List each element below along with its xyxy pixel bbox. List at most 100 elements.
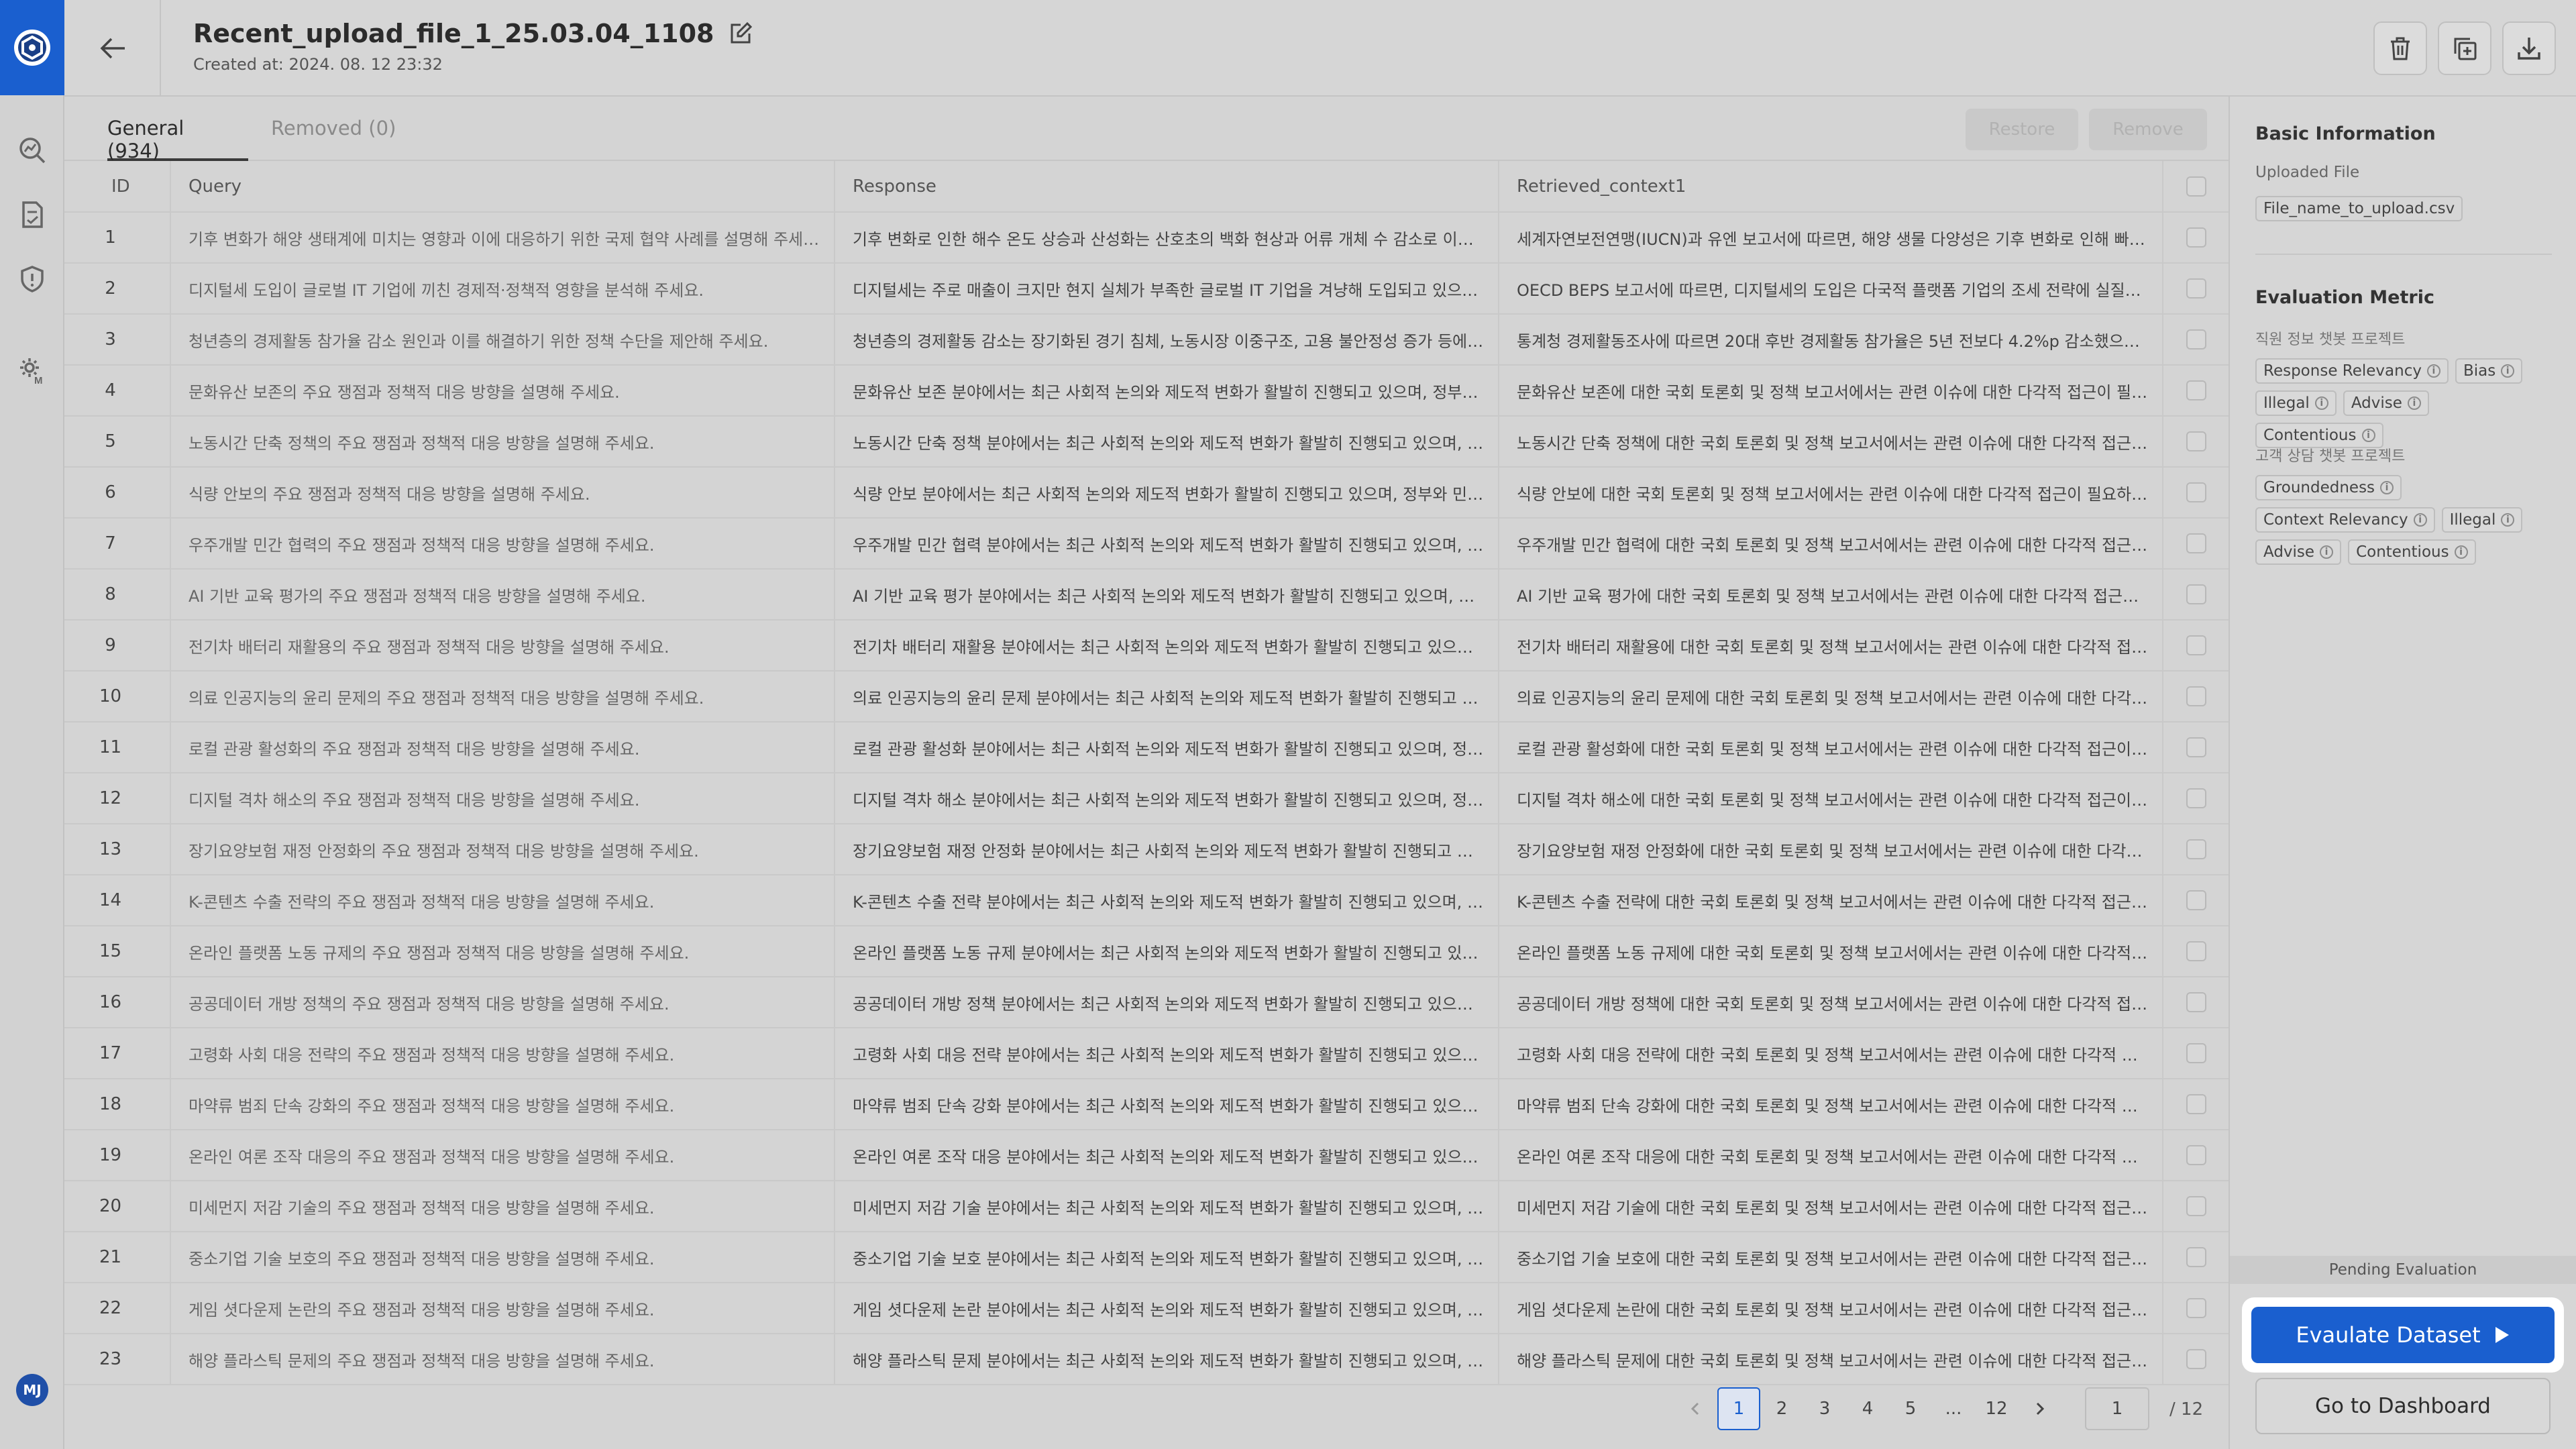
info-icon[interactable]: i: [2413, 513, 2427, 527]
row-checkbox[interactable]: [2186, 584, 2206, 604]
row-checkbox[interactable]: [2186, 1196, 2206, 1216]
info-icon[interactable]: i: [2380, 481, 2394, 494]
table-row[interactable]: 16 공공데이터 개방 정책의 주요 쟁점과 정책적 대응 방향을 설명해 주세요…: [64, 977, 2229, 1028]
table-row[interactable]: 5 노동시간 단축 정책의 주요 쟁점과 정책적 대응 방향을 설명해 주세요. 노…: [64, 416, 2229, 468]
header-divider: [160, 0, 161, 97]
page-number-input[interactable]: 1: [2085, 1387, 2149, 1430]
page-button-1[interactable]: 1: [1717, 1387, 1760, 1430]
user-avatar[interactable]: MJ: [16, 1374, 48, 1406]
row-checkbox[interactable]: [2186, 992, 2206, 1012]
edit-title-button[interactable]: [727, 20, 754, 47]
page-button-3[interactable]: 3: [1803, 1387, 1846, 1430]
row-checkbox[interactable]: [2186, 227, 2206, 248]
table-row[interactable]: 15 온라인 플랫폼 노동 규제의 주요 쟁점과 정책적 대응 방향을 설명해 주…: [64, 926, 2229, 977]
row-checkbox[interactable]: [2186, 1043, 2206, 1063]
row-id: 21: [64, 1232, 171, 1283]
uploaded-file-label: Uploaded File: [2255, 164, 2360, 181]
remove-button[interactable]: Remove: [2089, 109, 2207, 150]
table-row[interactable]: 3 청년층의 경제활동 참가율 감소 원인과 이를 해결하기 위한 정책 수단을 …: [64, 314, 2229, 366]
table-row[interactable]: 14 K-콘텐츠 수출 전략의 주요 쟁점과 정책적 대응 방향을 설명해 주세요…: [64, 875, 2229, 926]
row-checkbox[interactable]: [2186, 380, 2206, 400]
table-row[interactable]: 22 게임 셧다운제 논란의 주요 쟁점과 정책적 대응 방향을 설명해 주세요.…: [64, 1283, 2229, 1334]
delete-button[interactable]: [2373, 21, 2427, 75]
table-row[interactable]: 7 우주개발 민간 협력의 주요 쟁점과 정책적 대응 방향을 설명해 주세요. 우…: [64, 518, 2229, 570]
table-row[interactable]: 9 전기차 배터리 재활용의 주요 쟁점과 정책적 대응 방향을 설명해 주세요.…: [64, 620, 2229, 672]
page-button-2[interactable]: 2: [1760, 1387, 1803, 1430]
row-checkbox[interactable]: [2186, 686, 2206, 706]
row-checkbox[interactable]: [2186, 1349, 2206, 1369]
row-checkbox[interactable]: [2186, 890, 2206, 910]
table-row[interactable]: 21 중소기업 기술 보호의 주요 쟁점과 정책적 대응 방향을 설명해 주세요.…: [64, 1232, 2229, 1283]
table-row[interactable]: 2 디지털세 도입이 글로벌 IT 기업에 끼친 경제적·정책적 영향을 분석해 …: [64, 263, 2229, 315]
info-icon[interactable]: i: [2501, 364, 2515, 378]
evaluation-metric-title: Evaluation Metric: [2255, 287, 2434, 308]
shield-icon[interactable]: [16, 263, 48, 295]
page-button-12[interactable]: 12: [1975, 1387, 2018, 1430]
row-checkbox[interactable]: [2186, 788, 2206, 808]
column-header-retrieved-context[interactable]: Retrieved_context1: [1499, 161, 2163, 213]
row-response: 장기요양보험 재정 안정화 분야에서는 최근 사회적 논의와 제도적 변화가 활…: [835, 824, 1499, 875]
evaluate-dataset-button[interactable]: Evaulate Dataset: [2251, 1307, 2555, 1363]
info-icon[interactable]: i: [2501, 513, 2515, 527]
tab-general[interactable]: General (934): [107, 117, 248, 162]
row-checkbox[interactable]: [2186, 1094, 2206, 1114]
table-row[interactable]: 4 문화유산 보존의 주요 쟁점과 정책적 대응 방향을 설명해 주세요. 문화유산…: [64, 365, 2229, 417]
document-check-icon[interactable]: [16, 199, 48, 231]
row-query: 중소기업 기술 보호의 주요 쟁점과 정책적 대응 방향을 설명해 주세요.: [170, 1232, 835, 1283]
row-checkbox[interactable]: [2186, 1145, 2206, 1165]
table-row[interactable]: 12 디지털 격차 해소의 주요 쟁점과 정책적 대응 방향을 설명해 주세요. 디…: [64, 773, 2229, 824]
table-row[interactable]: 6 식량 안보의 주요 쟁점과 정책적 대응 방향을 설명해 주세요. 식량 안보 …: [64, 467, 2229, 519]
column-header-response[interactable]: Response: [835, 161, 1499, 213]
go-to-dashboard-button[interactable]: Go to Dashboard: [2255, 1378, 2551, 1434]
info-icon[interactable]: i: [2426, 364, 2440, 378]
row-checkbox[interactable]: [2186, 329, 2206, 350]
row-query: AI 기반 교육 평가의 주요 쟁점과 정책적 대응 방향을 설명해 주세요.: [170, 569, 835, 621]
table-row[interactable]: 23 해양 플라스틱 문제의 주요 쟁점과 정책적 대응 방향을 설명해 주세요.…: [64, 1334, 2229, 1385]
row-response: 공공데이터 개방 정책 분야에서는 최근 사회적 논의와 제도적 변화가 활발히…: [835, 977, 1499, 1028]
table-row[interactable]: 19 온라인 여론 조작 대응의 주요 쟁점과 정책적 대응 방향을 설명해 주세…: [64, 1130, 2229, 1181]
info-icon[interactable]: i: [2320, 545, 2334, 559]
info-icon[interactable]: i: [2407, 396, 2421, 410]
analytics-icon[interactable]: [16, 134, 48, 166]
row-checkbox[interactable]: [2186, 1247, 2206, 1267]
prev-page-button[interactable]: [1674, 1387, 1717, 1430]
table-row[interactable]: 18 마약류 범죄 단속 강화의 주요 쟁점과 정책적 대응 방향을 설명해 주세…: [64, 1079, 2229, 1130]
table-row[interactable]: 17 고령화 사회 대응 전략의 주요 쟁점과 정책적 대응 방향을 설명해 주세…: [64, 1028, 2229, 1079]
table-row[interactable]: 20 미세먼지 저감 기술의 주요 쟁점과 정책적 대응 방향을 설명해 주세요.…: [64, 1181, 2229, 1232]
table-row[interactable]: 8 AI 기반 교육 평가의 주요 쟁점과 정책적 대응 방향을 설명해 주세요.…: [64, 569, 2229, 621]
row-checkbox[interactable]: [2186, 482, 2206, 502]
row-checkbox[interactable]: [2186, 941, 2206, 961]
column-header-query[interactable]: Query: [170, 161, 835, 213]
column-header-id[interactable]: ID: [64, 161, 171, 213]
page-button-5[interactable]: 5: [1889, 1387, 1932, 1430]
select-all-checkbox[interactable]: [2186, 176, 2206, 197]
table-row[interactable]: 10 의료 인공지능의 윤리 문제의 주요 쟁점과 정책적 대응 방향을 설명해 …: [64, 671, 2229, 722]
uploaded-file-name: File_name_to_upload.csv: [2255, 196, 2463, 221]
row-checkbox[interactable]: [2186, 737, 2206, 757]
table-row[interactable]: 1 기후 변화가 해양 생태계에 미치는 영향과 이에 대응하기 위한 국제 협약…: [64, 212, 2229, 264]
next-page-button[interactable]: [2018, 1387, 2061, 1430]
restore-button[interactable]: Restore: [1966, 109, 2078, 150]
tab-removed[interactable]: Removed (0): [271, 117, 396, 161]
download-button[interactable]: [2502, 21, 2556, 75]
row-checkbox[interactable]: [2186, 1298, 2206, 1318]
page-ellipsis: ...: [1945, 1399, 1962, 1419]
logo-icon: [14, 30, 50, 66]
row-checkbox[interactable]: [2186, 839, 2206, 859]
row-select-cell: [2163, 620, 2229, 672]
row-checkbox[interactable]: [2186, 278, 2206, 299]
info-icon[interactable]: i: [2314, 396, 2328, 410]
row-checkbox[interactable]: [2186, 431, 2206, 451]
chevron-right-icon: [2036, 1402, 2045, 1415]
row-checkbox[interactable]: [2186, 533, 2206, 553]
settings-model-icon[interactable]: M: [16, 354, 48, 386]
duplicate-button[interactable]: [2438, 21, 2491, 75]
page-button-4[interactable]: 4: [1846, 1387, 1889, 1430]
info-icon[interactable]: i: [2454, 545, 2468, 559]
row-checkbox[interactable]: [2186, 635, 2206, 655]
app-logo[interactable]: [0, 0, 64, 95]
info-icon[interactable]: i: [2361, 429, 2375, 442]
back-button[interactable]: [91, 27, 134, 70]
table-row[interactable]: 11 로컬 관광 활성화의 주요 쟁점과 정책적 대응 방향을 설명해 주세요. 로…: [64, 722, 2229, 773]
table-row[interactable]: 13 장기요양보험 재정 안정화의 주요 쟁점과 정책적 대응 방향을 설명해 주…: [64, 824, 2229, 875]
